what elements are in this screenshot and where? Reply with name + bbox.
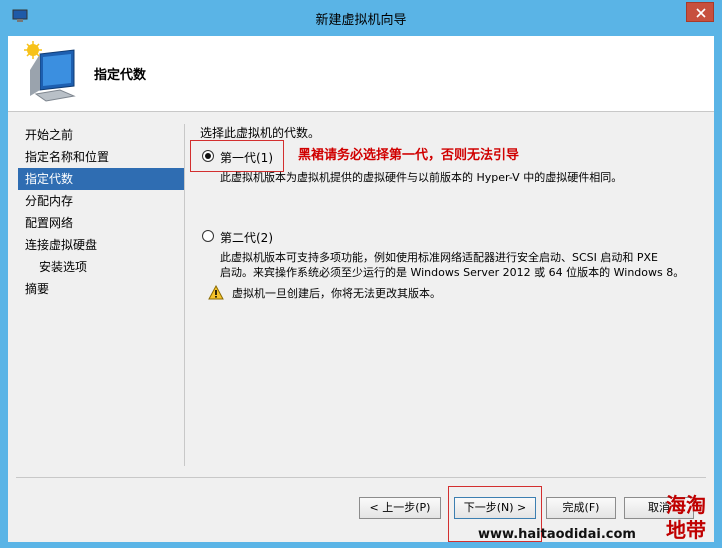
generation-2-description-line1: 此虚拟机版本可支持多项功能，例如使用标准网络适配器进行安全启动、SCSI 启动和… (220, 251, 658, 264)
generation-1-option[interactable]: 第一代(1) (200, 148, 300, 166)
warning-text: 虚拟机一旦创建后，你将无法更改其版本。 (232, 287, 441, 300)
nav-item-name-location[interactable]: 指定名称和位置 (18, 146, 184, 168)
red-annotation: 黑裙请务必选择第一代，否则无法引导 (298, 148, 520, 163)
nav-item-summary[interactable]: 摘要 (18, 278, 184, 300)
wizard-header: 指定代数 (8, 36, 714, 112)
generation-1-radio[interactable] (202, 150, 214, 162)
wizard-step-nav: 开始之前 指定名称和位置 指定代数 分配内存 配置网络 连接虚拟硬盘 安装选项 … (18, 124, 184, 300)
svg-text:海淘: 海淘 (666, 493, 706, 517)
title-bar: 新建虚拟机向导 (0, 0, 722, 36)
nav-item-memory[interactable]: 分配内存 (18, 190, 184, 212)
nav-item-install-options[interactable]: 安装选项 (18, 256, 184, 278)
window-title: 新建虚拟机向导 (315, 13, 407, 28)
generation-1-description: 此虚拟机版本为虚拟机提供的虚拟硬件与以前版本的 Hyper-V 中的虚拟硬件相同… (220, 171, 623, 184)
next-button[interactable]: 下一步(N) > (454, 497, 536, 519)
generation-prompt: 选择此虚拟机的代数。 (200, 126, 321, 140)
new-vm-monitor-icon (24, 41, 76, 102)
generation-2-description-line2: 启动。来宾操作系统必须至少运行的是 Windows Server 2012 或 … (220, 266, 685, 279)
generation-1-label[interactable]: 第一代(1) (220, 149, 273, 166)
svg-text:地带: 地带 (666, 518, 706, 542)
generation-2-radio[interactable] (202, 230, 214, 242)
warning-icon (208, 285, 224, 300)
generation-2-label[interactable]: 第二代(2) (220, 229, 273, 246)
footer-divider (16, 477, 706, 478)
wizard-window: 指定代数 开始之前 指定名称和位置 指定代数 分配内存 配置网络 连接虚拟硬盘 … (8, 36, 714, 542)
nav-item-network[interactable]: 配置网络 (18, 212, 184, 234)
nav-item-virtual-disk[interactable]: 连接虚拟硬盘 (18, 234, 184, 256)
generation-2-option[interactable]: 第二代(2) (200, 228, 300, 246)
watermark-url: www.haitaodidai.com (478, 527, 636, 542)
nav-item-before-you-begin[interactable]: 开始之前 (18, 124, 184, 146)
nav-item-generation[interactable]: 指定代数 (18, 168, 184, 190)
page-title: 指定代数 (94, 68, 147, 83)
close-button[interactable] (686, 2, 714, 22)
vertical-divider (184, 124, 185, 466)
previous-button[interactable]: < 上一步(P) (359, 497, 441, 519)
close-icon (696, 8, 706, 18)
haitaodidai-logo: 海淘 地带 (666, 493, 706, 542)
finish-button[interactable]: 完成(F) (546, 497, 616, 519)
